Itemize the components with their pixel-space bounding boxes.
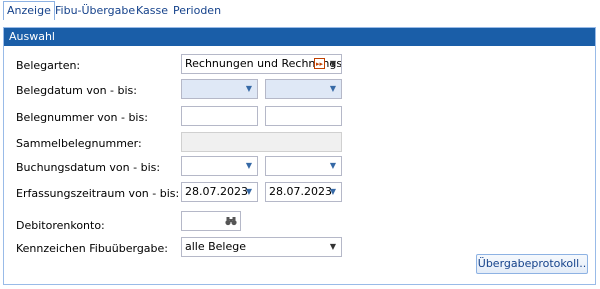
belegdatum-label: Belegdatum von - bis: bbox=[16, 84, 137, 97]
uebergabeprotokoll-button[interactable]: Übergabeprotokoll.. bbox=[476, 254, 588, 274]
belegnummer-from[interactable] bbox=[181, 106, 258, 126]
erfassungszeitraum-label: Erfassungszeitraum von - bis: bbox=[16, 187, 180, 200]
tab-perioden[interactable]: Perioden bbox=[173, 2, 221, 19]
belegarten-label: Belegarten: bbox=[16, 59, 81, 72]
buchungsdatum-from[interactable]: ▼ bbox=[181, 156, 258, 176]
erfassungszeitraum-from[interactable]: 28.07.2023 ▼ bbox=[181, 182, 258, 202]
binoculars-icon[interactable] bbox=[224, 213, 238, 229]
erfassungszeitraum-to[interactable]: 28.07.2023 ▼ bbox=[265, 182, 342, 202]
kennzeichen-label: Kennzeichen Fibuübergabe: bbox=[16, 242, 168, 255]
tab-kasse[interactable]: Kasse bbox=[136, 2, 168, 19]
chevron-down-icon[interactable]: ▼ bbox=[325, 238, 341, 256]
belegdatum-to[interactable]: ▼ bbox=[265, 79, 342, 99]
belegnummer-to[interactable] bbox=[265, 106, 342, 126]
chevron-down-icon[interactable]: ▼ bbox=[241, 157, 257, 175]
belegarten-select[interactable]: Rechnungen und Rechnungs ▸▸ ▼ bbox=[181, 54, 342, 74]
belegnummer-label: Belegnummer von - bis: bbox=[16, 111, 148, 124]
kennzeichen-select[interactable]: alle Belege ▼ bbox=[181, 237, 342, 257]
auswahl-panel: Auswahl Belegarten: Rechnungen und Rechn… bbox=[3, 27, 596, 285]
buchungsdatum-label: Buchungsdatum von - bis: bbox=[16, 161, 161, 174]
chevron-down-icon[interactable]: ▼ bbox=[325, 55, 341, 73]
debitorenkonto-label: Debitorenkonto: bbox=[16, 219, 105, 232]
chevron-down-icon[interactable]: ▼ bbox=[241, 183, 257, 201]
kennzeichen-value: alle Belege bbox=[185, 240, 247, 253]
sammelbelegnummer-label: Sammelbelegnummer: bbox=[16, 137, 142, 150]
debitorenkonto-field[interactable] bbox=[181, 211, 241, 231]
fast-forward-icon[interactable]: ▸▸ bbox=[314, 58, 325, 69]
panel-title: Auswahl bbox=[4, 28, 595, 46]
erfassungszeitraum-to-value: 28.07.2023 bbox=[269, 185, 332, 198]
tab-bar: Anzeige Fibu-Übergabe Kasse Perioden bbox=[0, 0, 600, 22]
belegdatum-from[interactable]: ▼ bbox=[181, 79, 258, 99]
chevron-down-icon[interactable]: ▼ bbox=[241, 80, 257, 98]
sammelbelegnummer-field bbox=[181, 132, 342, 152]
buchungsdatum-to[interactable]: ▼ bbox=[265, 156, 342, 176]
chevron-down-icon[interactable]: ▼ bbox=[325, 157, 341, 175]
chevron-down-icon[interactable]: ▼ bbox=[325, 80, 341, 98]
erfassungszeitraum-from-value: 28.07.2023 bbox=[185, 185, 248, 198]
tab-anzeige[interactable]: Anzeige bbox=[3, 1, 55, 20]
chevron-down-icon[interactable]: ▼ bbox=[325, 183, 341, 201]
tab-fibu-uebergabe[interactable]: Fibu-Übergabe bbox=[55, 2, 135, 19]
